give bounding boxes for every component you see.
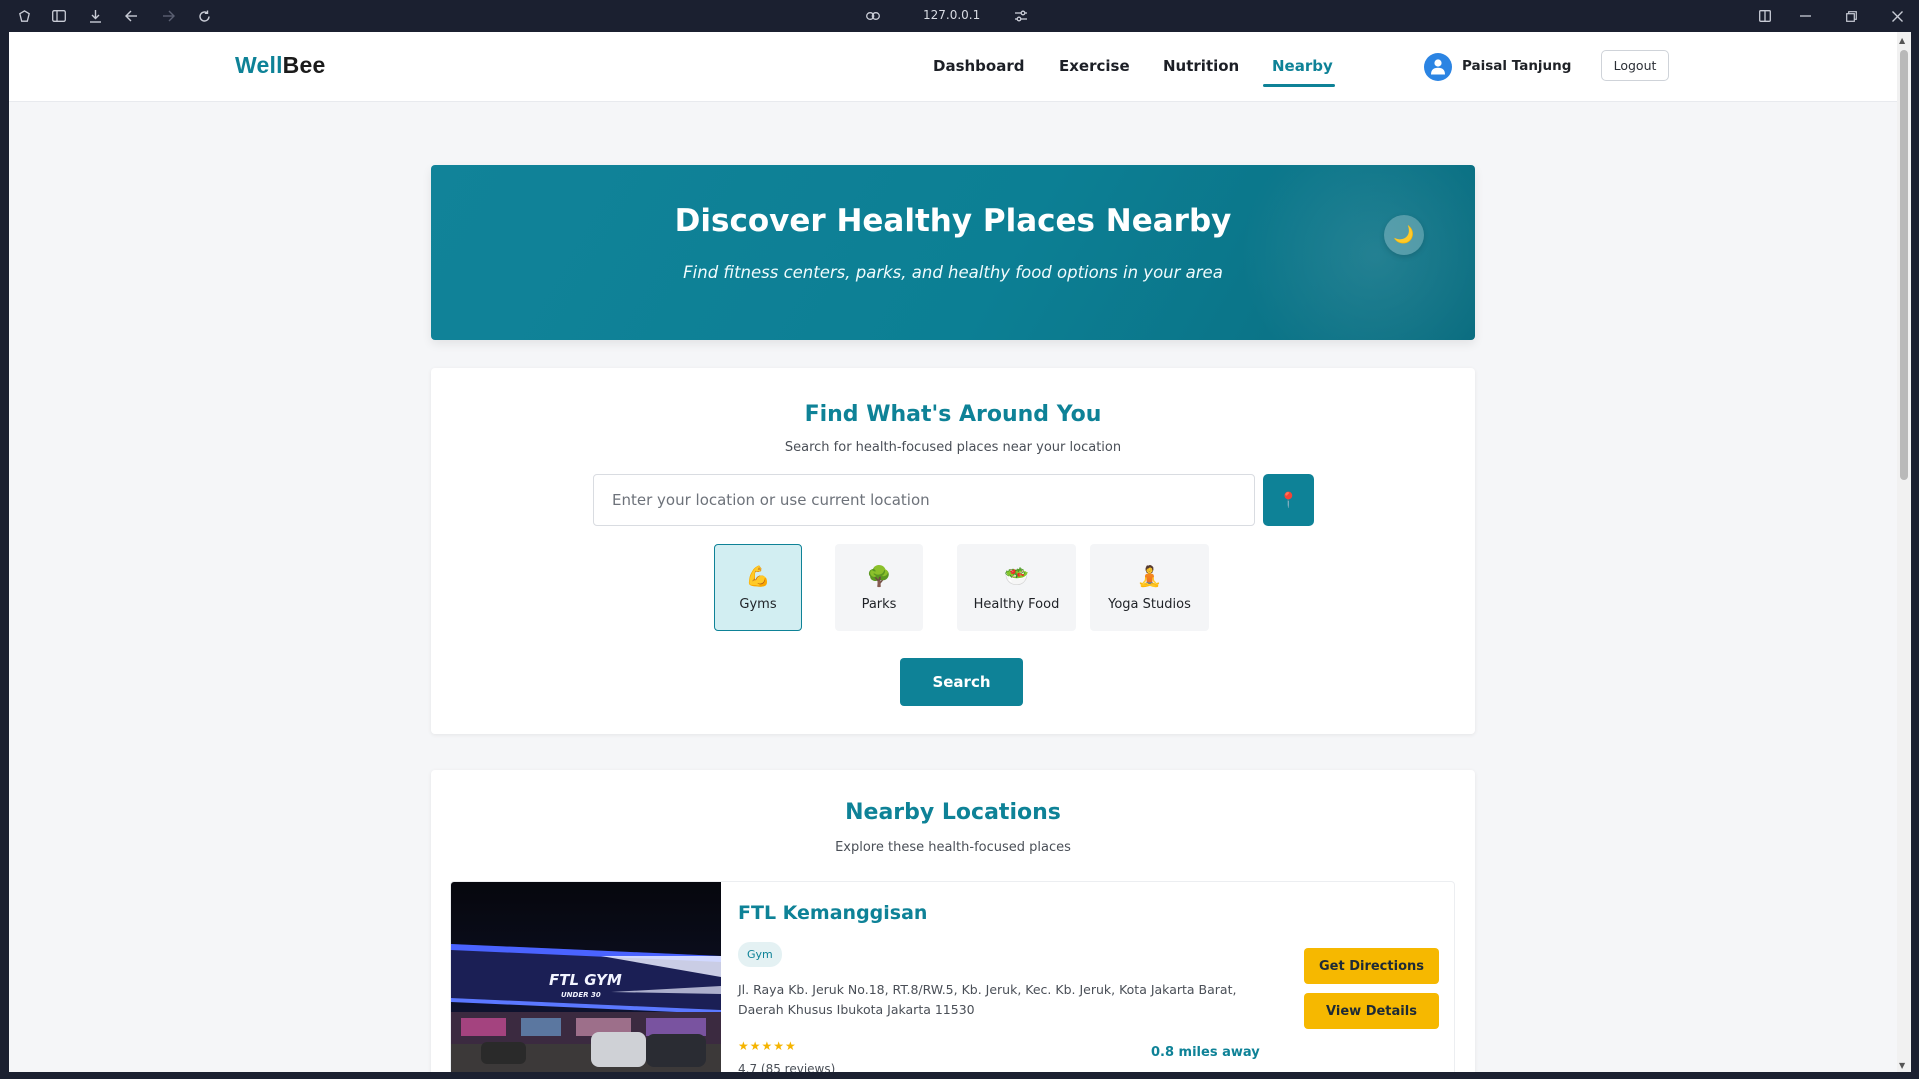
reload-icon[interactable]	[194, 6, 214, 26]
flexed-biceps-icon: 💪	[745, 564, 771, 588]
nav-link-exercise[interactable]: Exercise	[1059, 57, 1130, 75]
address-bar-url[interactable]: 127.0.0.1	[923, 8, 980, 22]
nearby-locations-title: Nearby Locations	[845, 800, 1061, 825]
sidebar-toggle-icon[interactable]	[49, 6, 69, 26]
site-settings-icon[interactable]	[1011, 6, 1031, 26]
close-window-icon[interactable]	[1887, 6, 1907, 26]
page-scrollbar[interactable]: ▲ ▼	[1897, 32, 1911, 1072]
salad-icon: 🥗	[1004, 564, 1029, 588]
hero-title: Discover Healthy Places Nearby	[674, 203, 1232, 239]
minimize-icon[interactable]	[1795, 6, 1815, 26]
place-distance: 0.8 miles away	[1151, 1045, 1260, 1060]
rating-stars-icon: ★★★★★	[738, 1039, 797, 1053]
download-icon[interactable]	[85, 6, 105, 26]
place-name[interactable]: FTL Kemanggisan	[738, 902, 927, 924]
get-directions-button[interactable]: Get Directions	[1304, 948, 1439, 984]
search-card: Find What's Around You Search for health…	[431, 368, 1475, 734]
meditation-icon: 🧘	[1137, 564, 1162, 588]
hero-subtitle: Find fitness centers, parks, and healthy…	[683, 263, 1223, 282]
logout-button[interactable]: Logout	[1601, 50, 1669, 81]
place-photo[interactable]: FTL GYM UNDER 30	[451, 882, 721, 1072]
location-input[interactable]	[593, 474, 1255, 526]
forward-icon[interactable]	[158, 6, 178, 26]
tree-icon: 🌳	[866, 564, 892, 588]
scrollbar-thumb[interactable]	[1900, 50, 1908, 480]
category-label: Yoga Studios	[1108, 597, 1191, 612]
place-address: Jl. Raya Kb. Jeruk No.18, RT.8/RW.5, Kb.…	[738, 982, 1237, 1017]
place-rating: 4.7 (85 reviews)	[738, 1062, 836, 1072]
dark-mode-toggle-icon[interactable]: 🌙	[1384, 215, 1424, 255]
link-icon[interactable]	[863, 6, 883, 26]
view-details-button[interactable]: View Details	[1304, 993, 1439, 1029]
search-button[interactable]: Search	[900, 658, 1023, 706]
browser-menu-icon[interactable]	[14, 6, 34, 26]
category-label: Healthy Food	[973, 597, 1060, 612]
hero-banner: Discover Healthy Places Nearby Find fitn…	[431, 165, 1475, 340]
brand-logo-part1: Well	[235, 52, 283, 78]
top-navbar: WellBee Dashboard Exercise Nutrition Nea…	[9, 32, 1897, 102]
category-label: Parks	[861, 597, 897, 612]
category-label: Gyms	[739, 597, 777, 612]
scroll-up-icon[interactable]: ▲	[1899, 36, 1905, 45]
split-view-icon[interactable]	[1755, 6, 1775, 26]
scroll-down-icon[interactable]: ▼	[1899, 1061, 1905, 1070]
user-avatar-icon[interactable]	[1424, 53, 1452, 81]
nav-link-dashboard[interactable]: Dashboard	[933, 57, 1024, 75]
page-viewport: WellBee Dashboard Exercise Nutrition Nea…	[9, 32, 1897, 1072]
nav-link-nutrition[interactable]: Nutrition	[1163, 57, 1239, 75]
gym-sign-text: FTL GYM	[549, 971, 622, 989]
back-icon[interactable]	[121, 6, 141, 26]
pin-icon: 📍	[1279, 492, 1298, 509]
brand-logo-part2: Bee	[282, 52, 326, 78]
nearby-locations-subtitle: Explore these health-focused places	[835, 840, 1071, 855]
user-name[interactable]: Paisal Tanjung	[1462, 58, 1571, 74]
use-current-location-button[interactable]: 📍	[1263, 474, 1314, 526]
category-parks[interactable]: 🌳 Parks	[835, 544, 923, 631]
active-nav-underline	[1263, 84, 1335, 87]
category-healthy-food[interactable]: 🥗 Healthy Food	[957, 544, 1076, 631]
restore-icon[interactable]	[1841, 6, 1861, 26]
nav-link-nearby[interactable]: Nearby	[1272, 57, 1333, 75]
search-card-title: Find What's Around You	[804, 402, 1102, 427]
browser-toolbar: 127.0.0.1	[0, 0, 1919, 32]
brand-logo[interactable]: WellBee	[235, 52, 325, 79]
place-category-tag: Gym	[738, 942, 782, 967]
category-gyms[interactable]: 💪 Gyms	[714, 544, 802, 631]
nearby-locations-card: Nearby Locations Explore these health-fo…	[431, 770, 1475, 1072]
category-yoga-studios[interactable]: 🧘 Yoga Studios	[1090, 544, 1209, 631]
gym-sign-subtext: UNDER 30	[561, 991, 601, 999]
place-card: FTL GYM UNDER 30 FTL Kemanggisan Gym Jl.…	[450, 881, 1455, 1072]
search-card-subtitle: Search for health-focused places near yo…	[784, 440, 1122, 455]
